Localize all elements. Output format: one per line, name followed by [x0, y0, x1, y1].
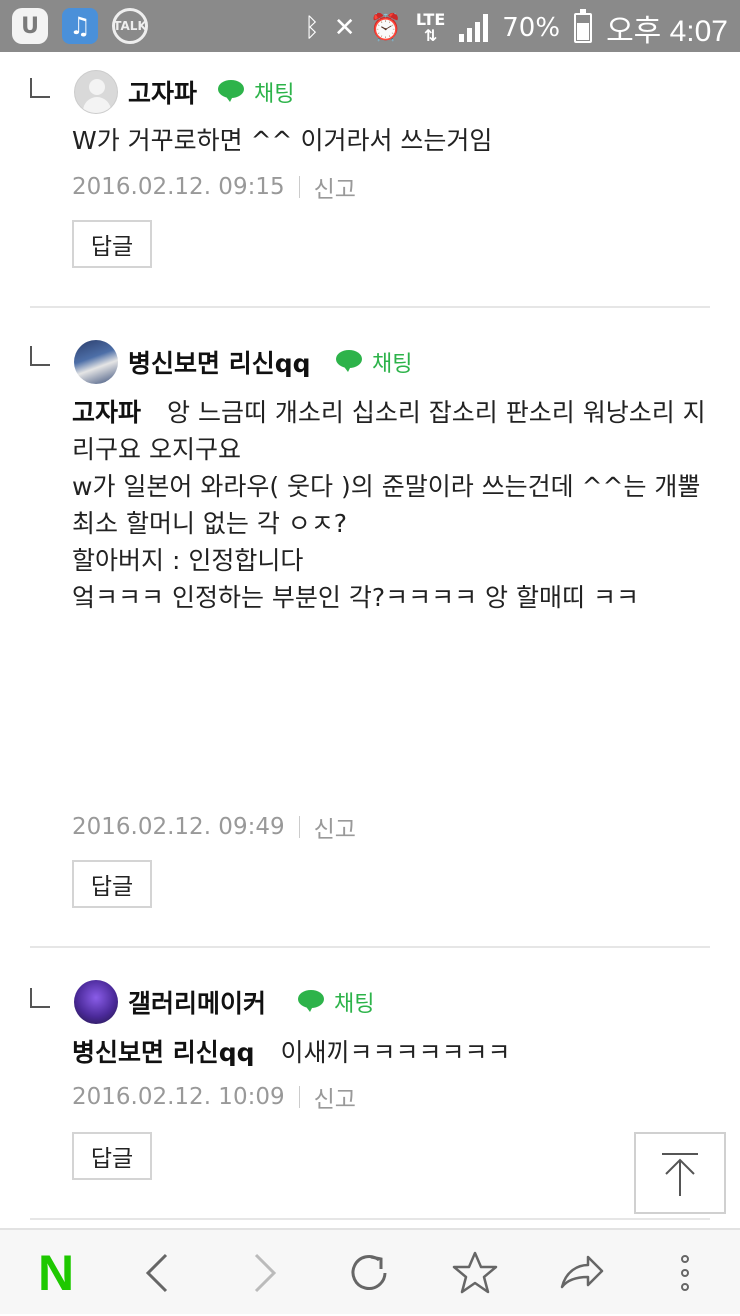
- comment-date: 2016.02.12. 09:49: [72, 814, 285, 840]
- forward-button[interactable]: [232, 1230, 296, 1316]
- comment-meta: 2016.02.12. 09:49 신고: [72, 810, 356, 844]
- battery-icon: [574, 9, 593, 43]
- more-icon: [681, 1255, 689, 1291]
- naver-home-button[interactable]: N: [20, 1230, 90, 1316]
- battery-percent: 70%: [502, 13, 561, 43]
- music-icon: ♫: [62, 8, 98, 44]
- reply-button[interactable]: 답글: [72, 860, 152, 908]
- bluetooth-icon: ᛒ: [304, 13, 320, 43]
- naver-logo: N: [37, 1245, 74, 1301]
- username[interactable]: 갤러리메이커: [128, 984, 266, 1020]
- avatar[interactable]: [74, 70, 118, 114]
- mention[interactable]: 고자파: [72, 398, 141, 427]
- divider: [30, 946, 710, 948]
- divider: [30, 1218, 710, 1220]
- reply-indent-icon: [30, 988, 50, 1008]
- avatar[interactable]: [74, 980, 118, 1024]
- comment-meta: 2016.02.12. 09:15 신고: [72, 170, 356, 204]
- forward-icon: [254, 1253, 277, 1293]
- reply-button[interactable]: 답글: [72, 220, 152, 268]
- divider: [30, 306, 710, 308]
- chat-button[interactable]: 채팅: [336, 346, 412, 378]
- username[interactable]: 고자파: [128, 74, 197, 110]
- back-icon: [145, 1253, 168, 1293]
- u-plus-icon: U: [12, 8, 48, 44]
- bookmark-button[interactable]: [442, 1230, 508, 1316]
- chat-bubble-icon: [336, 350, 366, 374]
- refresh-icon: [351, 1255, 387, 1290]
- signal-icon: [459, 14, 489, 42]
- clock: 오후 4:07: [606, 15, 728, 48]
- share-button[interactable]: [548, 1230, 614, 1316]
- talk-icon: TALK: [112, 8, 148, 44]
- comment-body: 고자파 앙 느금띠 개소리 십소리 잡소리 판소리 워낭소리 지리구요 오지구요 …: [72, 398, 706, 612]
- alarm-icon: ⏰: [369, 13, 402, 43]
- back-button[interactable]: [126, 1230, 190, 1316]
- scroll-to-top-button[interactable]: [634, 1132, 726, 1214]
- report-link[interactable]: 신고: [314, 810, 356, 844]
- mention[interactable]: 병신보면 리신qq: [72, 1038, 255, 1067]
- chat-button[interactable]: 채팅: [298, 986, 374, 1018]
- comment-date: 2016.02.12. 09:15: [72, 174, 285, 200]
- chat-button[interactable]: 채팅: [218, 76, 294, 108]
- reply-indent-icon: [30, 346, 50, 366]
- comment-date: 2016.02.12. 10:09: [72, 1084, 285, 1110]
- status-bar: U ♫ TALK ᛒ ✕ ⏰ LTE ⇅ 70% 오후 4:07: [0, 0, 740, 52]
- avatar[interactable]: [74, 340, 118, 384]
- lte-indicator: LTE ⇅: [415, 10, 446, 45]
- mute-icon: ✕: [333, 13, 356, 43]
- chat-bubble-icon: [298, 990, 328, 1014]
- more-button[interactable]: [660, 1230, 710, 1316]
- comment-body: 병신보면 리신qq 이새끼ㅋㅋㅋㅋㅋㅋㅋ: [72, 1038, 511, 1067]
- comment-meta: 2016.02.12. 10:09 신고: [72, 1080, 356, 1114]
- refresh-button[interactable]: [336, 1230, 402, 1316]
- browser-toolbar: N: [0, 1228, 740, 1314]
- bookmark-star-icon: [452, 1251, 498, 1294]
- report-link[interactable]: 신고: [314, 1080, 356, 1114]
- reply-button[interactable]: 답글: [72, 1132, 152, 1180]
- arrow-up-icon: [662, 1153, 698, 1196]
- username[interactable]: 병신보면 리신qq: [128, 344, 311, 380]
- share-icon: [560, 1255, 604, 1289]
- reply-indent-icon: [30, 78, 50, 98]
- report-link[interactable]: 신고: [314, 170, 356, 204]
- comment-body: W가 거꾸로하면 ^^ 이거라서 쓰는거임: [72, 126, 493, 155]
- chat-bubble-icon: [218, 80, 248, 104]
